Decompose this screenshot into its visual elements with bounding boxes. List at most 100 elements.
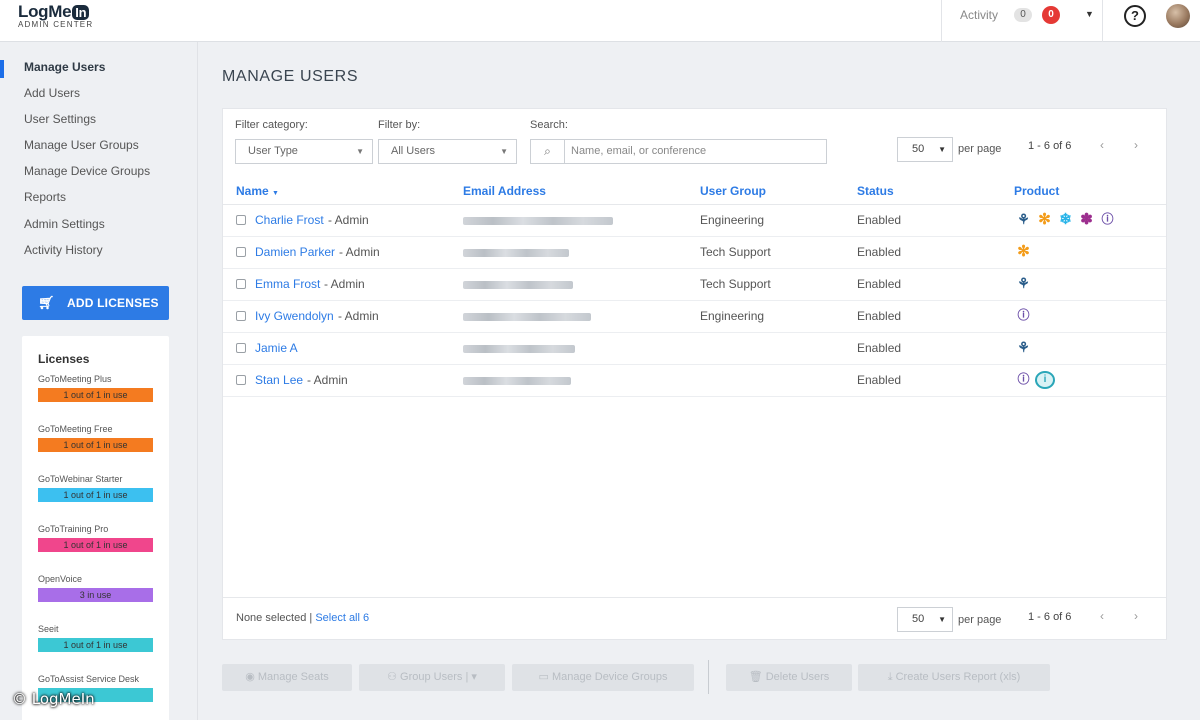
user-name-link[interactable]: Charlie Frost [255, 213, 324, 227]
avatar[interactable] [1166, 4, 1190, 28]
activity-dropdown-icon[interactable]: ▼ [1085, 9, 1094, 19]
copyright-watermark: © LogMeIn [12, 690, 95, 708]
users-card: Filter category: User Type ▼ Filter by: … [222, 108, 1167, 640]
license-usage-bar: 3 in use [38, 588, 153, 602]
gotomeeting-icon[interactable]: ⚘ [1014, 274, 1033, 293]
openvoice-icon[interactable]: ⓘ [1098, 210, 1117, 229]
seeit-icon[interactable]: i [1035, 371, 1055, 389]
caret-down-icon: ▼ [938, 615, 946, 624]
table-row[interactable]: Emma Frost - Admin Tech Support Enabled ⚘ [223, 269, 1166, 301]
add-licenses-button[interactable]: 🛒︎ ADD LICENSES [22, 286, 169, 320]
next-page-button[interactable]: › [1134, 609, 1138, 623]
table-row[interactable]: Stan Lee - Admin Enabled ⓘ i [223, 365, 1166, 397]
search-icon[interactable]: ⌕ [531, 140, 565, 163]
per-page-value: 50 [912, 143, 925, 155]
alert-count-badge[interactable]: 0 [1042, 6, 1060, 24]
openvoice-icon[interactable]: ⓘ [1014, 370, 1033, 389]
license-name: GoToAssist Service Desk [38, 674, 140, 684]
email-redacted [463, 281, 573, 289]
chevron-down-icon: | ▾ [462, 671, 477, 683]
prev-page-button[interactable]: ‹ [1100, 138, 1104, 152]
product-icons: ⚘ [1014, 338, 1035, 358]
row-checkbox[interactable] [236, 215, 246, 225]
sidebar-item-reports[interactable]: Reports [24, 190, 66, 204]
footer-divider [223, 597, 1166, 598]
manage-device-groups-button[interactable]: ▭ Manage Device Groups [512, 664, 694, 691]
chevron-down-icon: ▼ [356, 147, 364, 156]
caret-down-icon: ▼ [938, 145, 946, 154]
table-row[interactable]: Charlie Frost - Admin Engineering Enabled ⚘ ✻… [223, 205, 1166, 237]
row-checkbox[interactable] [236, 279, 246, 289]
sidebar-item-manage-users[interactable]: Manage Users [24, 60, 105, 74]
openvoice-icon[interactable]: ⓘ [1014, 306, 1033, 325]
license-usage-bar: 1 out of 1 in use [38, 638, 153, 652]
table-row[interactable]: Jamie A Enabled ⚘ [223, 333, 1166, 365]
activity-label[interactable]: Activity [960, 8, 998, 22]
next-page-button[interactable]: › [1134, 138, 1138, 152]
help-icon[interactable]: ? [1124, 5, 1146, 27]
sort-caret-icon: ▼ [272, 190, 279, 197]
user-name-link[interactable]: Stan Lee [255, 373, 303, 387]
row-checkbox[interactable] [236, 311, 246, 321]
gototraining-icon[interactable]: ✽ [1077, 210, 1096, 229]
gotowebinar-icon[interactable]: ❄ [1056, 210, 1075, 229]
group-users-button[interactable]: ⚇ Group Users | ▾ [359, 664, 505, 691]
select-all-link[interactable]: Select all 6 [315, 612, 369, 624]
table-row[interactable]: Damien Parker - Admin Tech Support Enabled ✻ [223, 237, 1166, 269]
column-header-group[interactable]: User Group [700, 184, 766, 198]
gotomeeting-icon[interactable]: ⚘ [1014, 338, 1033, 357]
email-redacted [463, 313, 591, 321]
user-role: - Admin [307, 373, 348, 387]
column-header-status[interactable]: Status [857, 184, 894, 198]
gotomeeting-icon[interactable]: ⚘ [1014, 210, 1033, 229]
logo-in-badge: In [72, 5, 90, 20]
logmein-logo[interactable]: LogMe In ADMIN CENTER [18, 2, 93, 29]
row-checkbox[interactable] [236, 247, 246, 257]
row-checkbox[interactable] [236, 375, 246, 385]
sidebar-item-manage-device-groups[interactable]: Manage Device Groups [24, 164, 150, 178]
license-name: GoToTraining Pro [38, 524, 109, 534]
user-status: Enabled [857, 277, 902, 291]
column-header-email[interactable]: Email Address [463, 184, 546, 198]
user-name-link[interactable]: Damien Parker [255, 245, 335, 259]
logo-text: LogMe [18, 2, 72, 21]
row-checkbox[interactable] [236, 343, 246, 353]
column-header-name[interactable]: Name ▼ [236, 184, 279, 198]
user-name-link[interactable]: Ivy Gwendolyn [255, 309, 334, 323]
filter-by-select[interactable]: All Users ▼ [378, 139, 517, 164]
seats-icon: ◉ [245, 671, 258, 683]
email-redacted [463, 377, 571, 385]
delete-users-button[interactable]: 🗑︎ Delete Users [726, 664, 852, 691]
gotomeeting-free-icon[interactable]: ✻ [1035, 210, 1054, 229]
product-icons: ⚘ [1014, 274, 1035, 294]
logo-subtitle: ADMIN CENTER [18, 20, 94, 29]
per-page-label: per page [958, 143, 1002, 155]
sidebar-item-admin-settings[interactable]: Admin Settings [24, 217, 105, 231]
user-name-link[interactable]: Jamie A [255, 341, 298, 355]
user-status: Enabled [857, 341, 902, 355]
manage-seats-button[interactable]: ◉ Manage Seats [222, 664, 352, 691]
license-usage-bar: 1 out of 1 in use [38, 388, 153, 402]
per-page-select-bottom[interactable]: 50 ▼ [897, 607, 953, 632]
user-role: - Admin [324, 277, 365, 291]
column-header-product[interactable]: Product [1014, 184, 1059, 198]
filter-category-select[interactable]: User Type ▼ [235, 139, 373, 164]
monitor-icon: ▭ [538, 671, 552, 683]
email-redacted [463, 345, 575, 353]
activity-count-badge[interactable]: 0 [1014, 8, 1032, 22]
search-input[interactable] [571, 143, 816, 159]
gotomeeting-free-icon[interactable]: ✻ [1014, 242, 1033, 261]
sidebar-item-add-users[interactable]: Add Users [24, 86, 80, 100]
licenses-panel: Licenses GoToMeeting Plus 1 out of 1 in u… [22, 336, 169, 720]
user-name-link[interactable]: Emma Frost [255, 277, 320, 291]
chevron-down-icon: ▼ [500, 147, 508, 156]
prev-page-button[interactable]: ‹ [1100, 609, 1104, 623]
table-row[interactable]: Ivy Gwendolyn - Admin Engineering Enabled ⓘ [223, 301, 1166, 333]
filter-by-label: Filter by: [378, 119, 421, 131]
sidebar-item-manage-user-groups[interactable]: Manage User Groups [24, 138, 139, 152]
action-divider [708, 660, 709, 694]
create-users-report-button[interactable]: ⤓ Create Users Report (xls) [858, 664, 1050, 691]
sidebar-item-user-settings[interactable]: User Settings [24, 112, 96, 126]
sidebar-item-activity-history[interactable]: Activity History [24, 243, 103, 257]
per-page-select[interactable]: 50 ▼ [897, 137, 953, 162]
